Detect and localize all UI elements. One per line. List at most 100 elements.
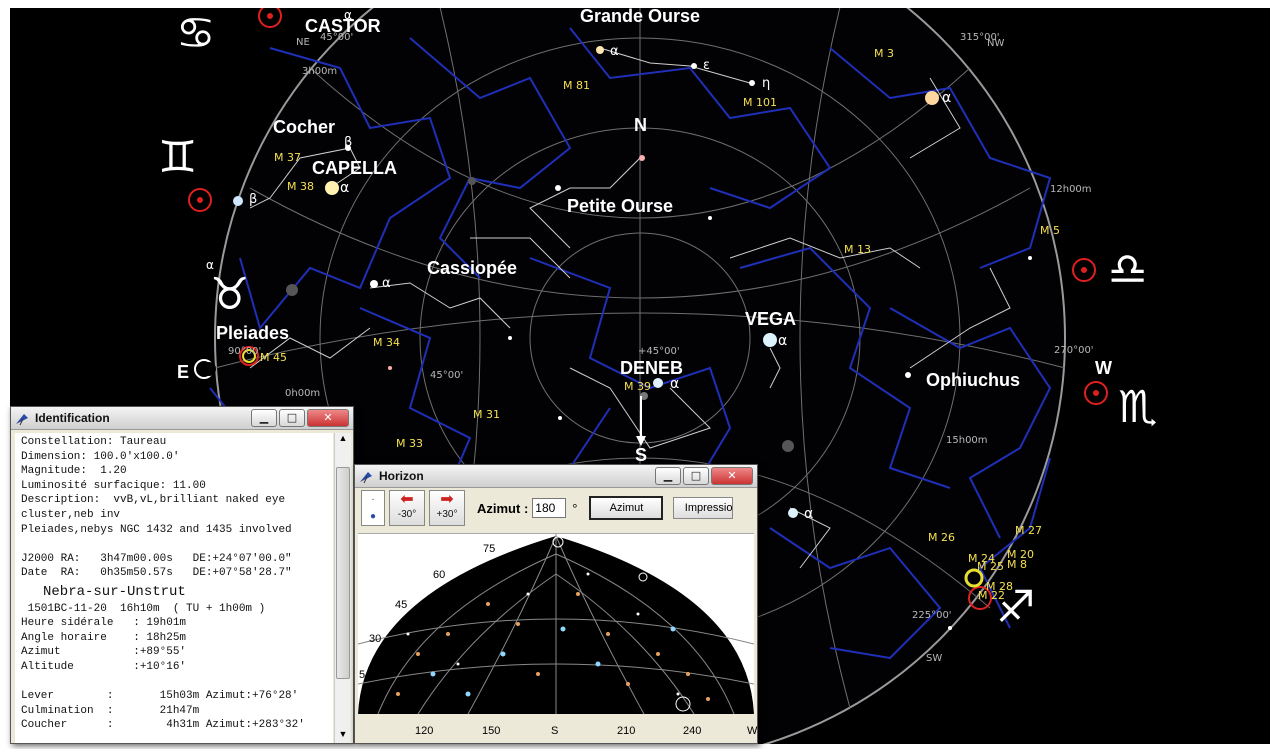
label-pleiades: Pleiades: [216, 323, 290, 343]
azimuth-label: W: [747, 725, 758, 737]
info-line: Culmination : 21h47m: [21, 704, 200, 717]
info-line: cluster,neb inv: [21, 508, 121, 521]
info-line: Coucher : 4h31m Azimut:+283°32': [21, 719, 305, 732]
grid-label: 45°00': [430, 370, 464, 381]
label-vega: VEGA: [745, 309, 797, 329]
info-line: Date RA: 0h35m50.57s DE:+07°58'28.7": [21, 567, 292, 580]
rotate-left-label: -30°: [397, 509, 417, 520]
messier-label: M 26: [928, 531, 955, 544]
degree-unit: °: [572, 500, 578, 516]
altitude-label: 45: [395, 599, 408, 611]
horizon-graphics: [358, 534, 754, 714]
messier-label: M 34: [373, 336, 400, 349]
grid-label: 270°00': [1054, 345, 1094, 356]
greek-label: β: [249, 192, 258, 207]
dot-large-icon[interactable]: ●: [370, 511, 376, 522]
identification-titlebar[interactable]: Identification ▁ □ ✕: [11, 407, 353, 430]
horizon-window[interactable]: Horizon ▁ □ ✕ · ● ⬅ -30° ➡ +30° Azimut :…: [354, 464, 758, 744]
view-toggle[interactable]: · ●: [361, 490, 385, 526]
messier-label: M 8: [1007, 558, 1027, 571]
location-name: Nebra-sur-Unstrut: [43, 583, 186, 600]
identification-title: Identification: [35, 411, 110, 425]
label-petite-ourse: Petite Ourse: [567, 196, 674, 216]
horizon-view[interactable]: [358, 533, 754, 714]
print-button[interactable]: Impressio: [673, 497, 734, 519]
label-west: W: [1095, 358, 1112, 378]
date-time: 1501BC-11-20 16h10m ( TU + 1h00m ): [21, 602, 266, 615]
messier-label: M 13: [844, 243, 871, 256]
minimize-button[interactable]: ▁: [655, 467, 681, 485]
messier-label: M 101: [743, 96, 777, 109]
azimuth-label: 150: [482, 725, 501, 737]
greek-label: ε: [703, 58, 711, 73]
greek-label: α: [942, 90, 952, 106]
horizon-title: Horizon: [379, 469, 424, 483]
messier-label: M 39: [624, 380, 651, 393]
label-grande-ourse: Grande Ourse: [580, 8, 701, 26]
info-line: Lever : 15h03m Azimut:+76°28': [21, 690, 299, 703]
arrow-left-icon: ⬅: [400, 491, 414, 508]
greek-label: α: [670, 376, 680, 392]
minimize-button[interactable]: ▁: [251, 409, 277, 427]
altitude-label: 5: [359, 669, 366, 681]
grid-label: 12h00m: [1050, 184, 1092, 195]
info-line: Luminosité surfacique: 11.00: [21, 479, 206, 492]
messier-label: M 5: [1040, 224, 1060, 237]
scroll-thumb[interactable]: [336, 467, 350, 679]
vertical-scrollbar[interactable]: ▲ ▼: [334, 433, 351, 743]
maximize-button[interactable]: □: [279, 409, 305, 427]
telescope-icon: [16, 414, 28, 426]
label-south: S: [635, 445, 648, 465]
rotate-right-button[interactable]: ➡ +30°: [429, 490, 465, 526]
greek-label: α: [382, 276, 391, 291]
grid-label: 3h00m: [302, 66, 338, 77]
greek-label: η: [762, 76, 771, 91]
greek-label: α: [778, 333, 788, 349]
scorpio-zodiac-icon: ♏: [1118, 382, 1158, 433]
label-capella: CAPELLA: [312, 158, 397, 178]
dot-small-icon[interactable]: ·: [371, 494, 374, 505]
arrow-right-icon: ➡: [440, 491, 454, 508]
info-line: Description: vvB,vL,brilliant naked eye: [21, 494, 286, 507]
azimuth-label: S: [551, 725, 559, 737]
info-line: [21, 537, 327, 552]
grid-label: 15h00m: [946, 435, 988, 446]
label-cocher: Cocher: [273, 117, 336, 137]
info-line: Azimut :+89°55': [21, 646, 187, 659]
altitude-label: 60: [433, 569, 446, 581]
info-line: Constellation: Taureau: [21, 436, 167, 448]
grid-label: SW: [926, 653, 943, 664]
identification-window[interactable]: Identification ▁ □ ✕ Constellation: Taur…: [10, 406, 354, 744]
cancer-zodiac-icon: ♋: [176, 8, 216, 59]
grid-label: 90°00': [228, 346, 262, 357]
maximize-button[interactable]: □: [683, 467, 709, 485]
info-line: Angle horaire : 18h25m: [21, 631, 187, 644]
greek-label: α: [340, 180, 350, 196]
messier-label: M 25: [977, 560, 1004, 573]
rotate-left-button[interactable]: ⬅ -30°: [389, 490, 425, 526]
greek-label: α: [344, 8, 352, 22]
messier-label: M 31: [473, 408, 500, 421]
scroll-up-arrow-icon[interactable]: ▲: [335, 433, 351, 447]
messier-label: M 27: [1015, 524, 1042, 537]
azimuth-label: 120: [415, 725, 434, 737]
azimut-button[interactable]: Azimut: [589, 496, 664, 520]
horizon-toolbar: · ● ⬅ -30° ➡ +30° Azimut : ° Azimut Impr…: [355, 488, 757, 528]
messier-label: M 45: [260, 351, 287, 364]
info-line: Magnitude: 1.20: [21, 465, 127, 478]
azimuth-label: 210: [617, 725, 636, 737]
label-cassiopee: Cassiopée: [427, 258, 518, 278]
azimut-label: Azimut :: [477, 500, 529, 516]
azimut-input[interactable]: [532, 498, 567, 518]
libra-zodiac-icon: ♎: [1108, 244, 1148, 295]
grid-label: +45°00': [638, 346, 680, 357]
messier-label: M 81: [563, 79, 590, 92]
label-east: E: [177, 362, 190, 382]
scroll-down-arrow-icon[interactable]: ▼: [335, 729, 351, 743]
altitude-label: 30: [369, 633, 382, 645]
taurus-zodiac-icon: ♉: [210, 269, 250, 320]
grid-label: NW: [987, 38, 1005, 49]
close-button[interactable]: ✕: [711, 467, 753, 485]
close-button[interactable]: ✕: [307, 409, 349, 427]
horizon-titlebar[interactable]: Horizon ▁ □ ✕: [355, 465, 757, 488]
